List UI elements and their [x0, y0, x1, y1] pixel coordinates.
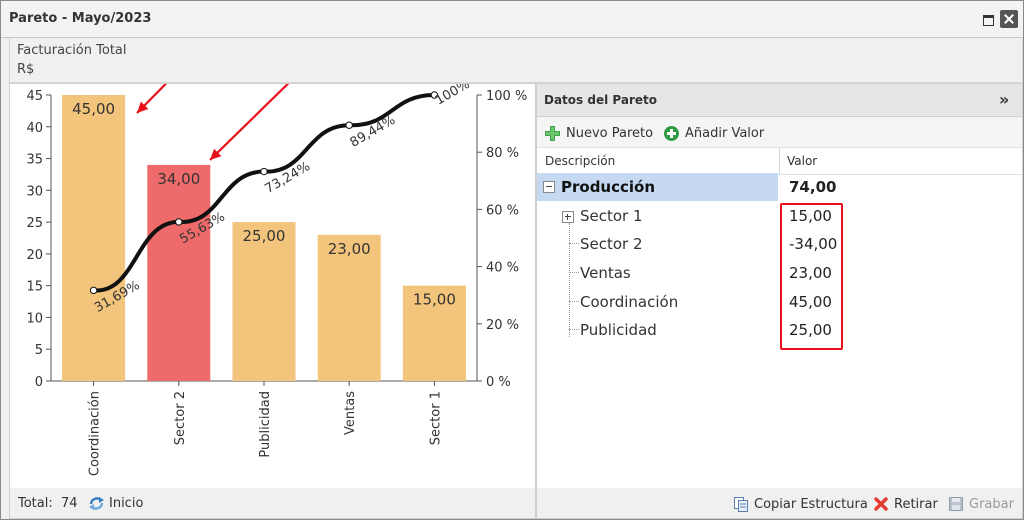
panel-footer: Copiar Estructura Retirar Grabar — [536, 488, 1023, 519]
values-highlight-box — [780, 203, 843, 350]
y2-tick-label: 100 % — [486, 89, 527, 104]
y-tick-label: 15 — [26, 280, 43, 295]
tree-row-produccion[interactable]: Producción 74,00 — [537, 173, 1022, 201]
annotation-arrow — [209, 84, 290, 161]
inicio-label: Inicio — [109, 495, 144, 511]
add-value-label: Añadir Valor — [685, 125, 765, 141]
cumulative-point — [89, 286, 98, 295]
chart-footer: Total: 74 Inicio — [9, 488, 536, 519]
tree-label: Sector 2 — [580, 235, 643, 253]
new-pareto-label: Nuevo Pareto — [566, 125, 654, 141]
tree-connector — [569, 243, 579, 244]
panel-toolbar: Nuevo Pareto Añadir Valor — [537, 117, 1022, 147]
window-title: Pareto - Mayo/2023 — [9, 11, 152, 26]
y2-tick-label: 0 % — [486, 375, 511, 390]
tree-label: Coordinación — [580, 293, 679, 311]
tree-connector — [569, 301, 579, 302]
column-description[interactable]: Descripción — [545, 154, 615, 168]
x-tick-label: Ventas — [343, 391, 358, 435]
total-value: 74 — [61, 496, 78, 511]
collapse-node-icon[interactable] — [543, 181, 555, 193]
add-circle-icon — [664, 125, 679, 141]
y2-tick-label: 60 % — [486, 203, 519, 218]
tree-label: Publicidad — [580, 321, 657, 339]
y-tick-label: 10 — [26, 311, 43, 326]
total-label: Total: — [18, 496, 53, 511]
x-tick-label: Coordinación — [88, 391, 103, 476]
tree-connector — [569, 223, 570, 337]
bar-value-label: 15,00 — [413, 291, 456, 309]
floppy-disk-icon — [949, 497, 963, 511]
expand-node-icon[interactable] — [562, 211, 574, 223]
cumulative-point — [345, 121, 353, 129]
cumulative-point — [175, 218, 183, 226]
save-button[interactable]: Grabar — [948, 494, 1014, 514]
cumulative-label: 89,44% — [348, 113, 398, 151]
chart-header: Facturación Total R$ — [9, 38, 1023, 83]
currency-label: R$ — [17, 62, 35, 77]
bar — [147, 164, 211, 381]
copy-structure-button[interactable]: Copiar Estructura — [733, 494, 868, 514]
tree-label: Producción — [561, 178, 656, 196]
bar — [62, 95, 126, 381]
y-tick-label: 40 — [26, 121, 43, 136]
cumulative-point — [260, 167, 268, 176]
bar — [232, 222, 296, 381]
tree-value: 74,00 — [789, 178, 837, 196]
y-tick-label: 25 — [26, 216, 43, 231]
cumulative-label: 100% — [433, 84, 473, 108]
save-label: Grabar — [969, 496, 1014, 512]
copy-icon — [734, 497, 748, 512]
remove-label: Retirar — [894, 496, 938, 512]
title-bar: Pareto - Mayo/2023 — [1, 1, 1023, 38]
red-x-icon — [874, 497, 888, 511]
tree-label: Ventas — [580, 264, 631, 282]
y2-tick-label: 80 % — [486, 146, 519, 161]
new-pareto-button[interactable]: Nuevo Pareto — [544, 123, 653, 143]
grid-header: Descripción Valor — [537, 147, 1022, 175]
panel-header: Datos del Pareto » — [537, 84, 1022, 117]
y-tick-label: 45 — [26, 89, 43, 104]
bar-value-label: 45,00 — [72, 100, 115, 118]
remove-button[interactable]: Retirar — [873, 494, 938, 514]
collapse-panel-icon[interactable]: » — [999, 90, 1009, 109]
y-tick-label: 20 — [26, 248, 43, 263]
pareto-chart: 0 5 10 15 20 25 30 35 40 45 0 % 20 % 40 % 60 % 80 % 100… — [26, 84, 527, 476]
y2-tick-label: 40 % — [486, 261, 519, 276]
bar-value-label: 34,00 — [157, 170, 200, 188]
pareto-chart-panel: 0 5 10 15 20 25 30 35 40 45 0 % 20 % 40 % 60 % 80 % 100… — [9, 83, 536, 489]
tree-connector — [569, 272, 579, 273]
add-value-button[interactable]: Añadir Valor — [663, 123, 764, 143]
y-tick-label: 35 — [26, 153, 43, 168]
x-tick-label: Sector 1 — [428, 391, 443, 445]
y-tick-label: 0 — [35, 375, 43, 390]
column-value[interactable]: Valor — [787, 154, 817, 168]
tree-label: Sector 1 — [580, 207, 643, 225]
bar-value-label: 23,00 — [328, 240, 371, 258]
refresh-icon — [89, 496, 104, 510]
y2-tick-label: 20 % — [486, 318, 519, 333]
close-icon[interactable] — [1000, 10, 1018, 28]
x-tick-label: Publicidad — [258, 391, 273, 458]
copy-structure-label: Copiar Estructura — [754, 496, 868, 512]
tree-connector — [569, 329, 579, 330]
panel-title: Datos del Pareto — [544, 93, 657, 107]
x-tick-label: Sector 2 — [173, 391, 188, 445]
y-tick-label: 5 — [35, 343, 43, 358]
green-plus-icon — [545, 125, 560, 141]
inicio-button[interactable]: Inicio — [88, 493, 143, 513]
bar-value-label: 25,00 — [243, 227, 286, 245]
pareto-window: Pareto - Mayo/2023 Facturación Total R$ … — [0, 0, 1024, 520]
restore-icon[interactable] — [979, 10, 997, 28]
y-tick-label: 30 — [26, 184, 43, 199]
chart-subtitle: Facturación Total — [17, 43, 127, 58]
